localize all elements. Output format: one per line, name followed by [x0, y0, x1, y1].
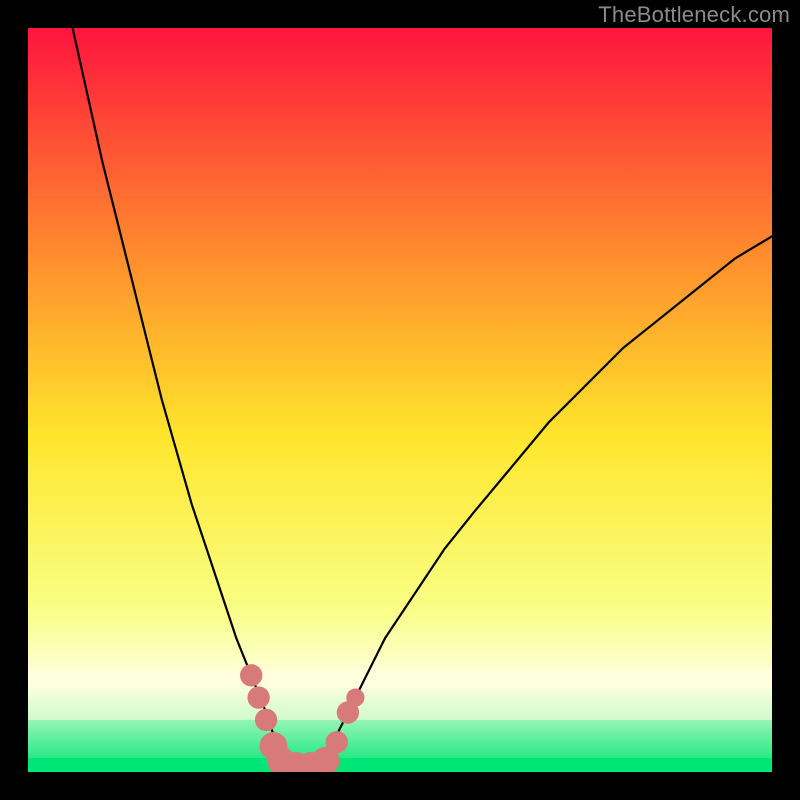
green-strip	[28, 758, 772, 772]
watermark-text: TheBottleneck.com	[598, 2, 790, 28]
chart-frame: TheBottleneck.com	[0, 0, 800, 800]
plot-area	[28, 28, 772, 772]
pale-band	[28, 668, 772, 720]
gradient-background	[28, 28, 772, 772]
marker-dot	[326, 731, 348, 753]
marker-dot	[240, 664, 262, 686]
marker-dot	[247, 686, 269, 708]
marker-dot	[346, 689, 364, 707]
bottleneck-chart	[28, 28, 772, 772]
marker-dot	[255, 709, 277, 731]
